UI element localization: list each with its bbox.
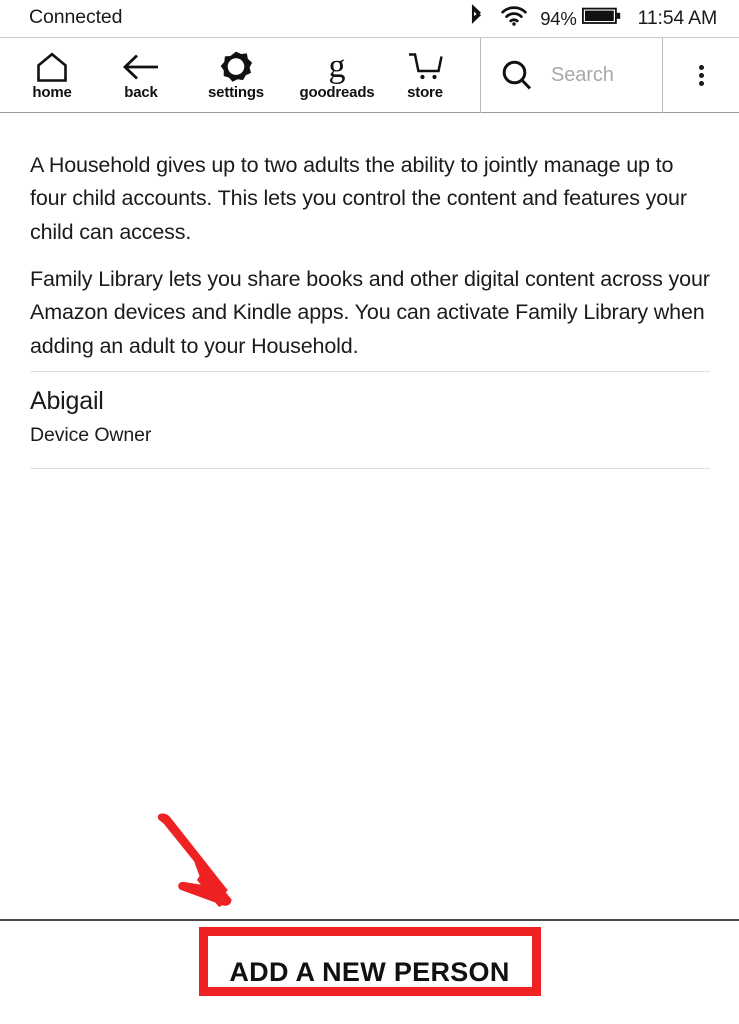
search-icon bbox=[499, 58, 535, 94]
overflow-menu-icon[interactable] bbox=[664, 38, 739, 113]
household-member-name: Abigail bbox=[30, 387, 104, 415]
menu-dot bbox=[698, 80, 705, 87]
household-member-role: Device Owner bbox=[30, 424, 152, 446]
status-bar-indicators: 94% 11:54 AM bbox=[468, 0, 717, 37]
connection-status-label: Connected bbox=[29, 6, 123, 28]
toolbar-label-goodreads: goodreads bbox=[299, 84, 375, 101]
toolbar: home back settings g goodreads store Sea… bbox=[0, 37, 739, 113]
bottom-bar: ADD A NEW PERSON bbox=[0, 921, 739, 1024]
toolbar-label-back: back bbox=[124, 84, 158, 101]
gear-icon bbox=[219, 50, 253, 84]
goodreads-g-icon: g bbox=[322, 49, 352, 85]
bluetooth-icon bbox=[468, 4, 484, 33]
household-content: A Household gives up to two adults the a… bbox=[0, 113, 739, 1024]
divider-below-person bbox=[30, 468, 710, 469]
arrow-left-icon bbox=[120, 50, 162, 84]
battery-full-icon bbox=[581, 6, 622, 31]
family-library-description-paragraph: Family Library lets you share books and … bbox=[30, 266, 710, 358]
search-input[interactable]: Search bbox=[480, 38, 663, 113]
wifi-icon bbox=[500, 5, 528, 32]
toolbar-item-goodreads[interactable]: g goodreads bbox=[288, 38, 386, 113]
menu-dot bbox=[698, 64, 705, 71]
status-bar: Connected 94% 11:54 AM bbox=[0, 0, 739, 37]
toolbar-item-back[interactable]: back bbox=[104, 38, 178, 113]
menu-dot bbox=[698, 72, 705, 79]
battery-percent-label: 94% bbox=[540, 7, 577, 29]
divider-above-person bbox=[30, 371, 710, 372]
toolbar-label-store: store bbox=[407, 84, 443, 101]
toolbar-item-home[interactable]: home bbox=[14, 38, 90, 113]
toolbar-item-settings[interactable]: settings bbox=[190, 38, 282, 113]
toolbar-item-store[interactable]: store bbox=[392, 38, 458, 113]
clock-label: 11:54 AM bbox=[637, 7, 718, 29]
toolbar-label-settings: settings bbox=[208, 84, 264, 101]
toolbar-label-home: home bbox=[32, 84, 72, 101]
add-a-new-person-button[interactable]: ADD A NEW PERSON bbox=[0, 921, 739, 1024]
shopping-cart-icon bbox=[405, 50, 445, 84]
household-description-paragraph: A Household gives up to two adults the a… bbox=[30, 152, 687, 244]
svg-text:g: g bbox=[329, 49, 346, 85]
home-icon bbox=[32, 50, 72, 84]
search-placeholder-text: Search bbox=[551, 64, 614, 86]
add-a-new-person-label: ADD A NEW PERSON bbox=[229, 957, 510, 987]
